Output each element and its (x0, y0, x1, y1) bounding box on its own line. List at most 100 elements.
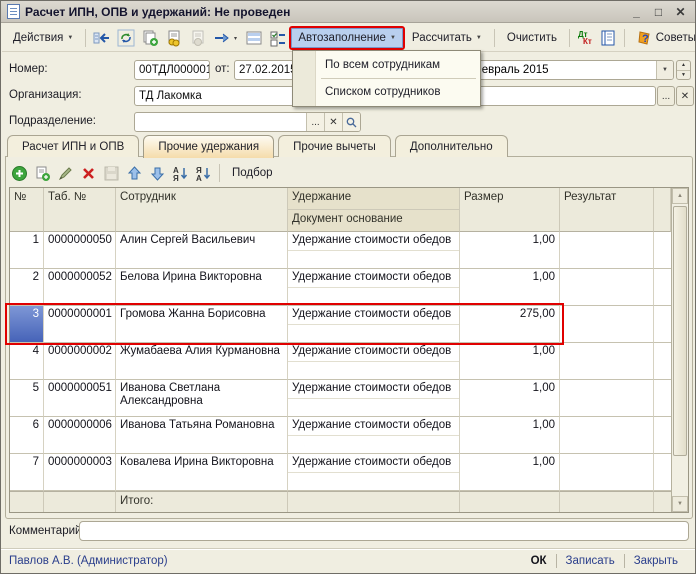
deduction-cell[interactable]: Удержание стоимости обедов (288, 454, 460, 491)
tab-number-cell[interactable]: 0000000052 (44, 269, 116, 306)
department-search-button[interactable] (342, 113, 360, 131)
period-field[interactable]: Февраль 2015 ▼ (468, 60, 674, 80)
actions-button[interactable]: Действия ▼ (6, 28, 80, 48)
save-button[interactable]: Записать (557, 555, 624, 567)
deduction-cell[interactable]: Удержание стоимости обедов (288, 380, 460, 417)
scrollbar-thumb[interactable] (673, 206, 687, 456)
discharge-document-icon[interactable] (187, 27, 209, 49)
row-number-cell[interactable]: 6 (10, 417, 44, 454)
result-cell[interactable] (560, 343, 654, 380)
size-cell[interactable]: 1,00 (460, 454, 560, 491)
move-up-icon[interactable] (124, 163, 144, 183)
size-cell[interactable]: 1,00 (460, 380, 560, 417)
calculate-button[interactable]: Рассчитать ▼ (405, 28, 489, 48)
clear-button[interactable]: Очистить (500, 28, 564, 48)
tab-number-cell[interactable]: 0000000006 (44, 417, 116, 454)
table-row[interactable]: 2 0000000052 Белова Ирина Викторовна Уде… (10, 269, 688, 306)
size-cell[interactable]: 1,00 (460, 232, 560, 269)
menu-item-employee-list[interactable]: Списком сотрудников (293, 80, 480, 104)
header-num[interactable]: № (10, 188, 44, 232)
sort-descending-icon[interactable]: ЯА (193, 163, 213, 183)
department-clear-button[interactable]: ✕ (324, 113, 342, 131)
close-button[interactable]: ✕ (672, 3, 689, 21)
deduction-cell[interactable]: Удержание стоимости обедов (288, 269, 460, 306)
minimize-button[interactable]: _ (628, 3, 645, 21)
spin-down-icon[interactable]: ▼ (677, 71, 690, 80)
go-to-icon[interactable] (211, 27, 241, 49)
maximize-button[interactable]: □ (650, 3, 667, 21)
journal-icon[interactable] (597, 27, 619, 49)
period-spinner[interactable]: ▲▼ (676, 60, 691, 80)
number-input[interactable]: 00ТДЛ000001 (134, 60, 210, 80)
table-row[interactable]: 5 0000000051 Иванова Светлана Александро… (10, 380, 688, 417)
save-and-close-icon[interactable] (91, 27, 113, 49)
row-settings-icon[interactable] (243, 27, 265, 49)
deduction-cell[interactable]: Удержание стоимости обедов (288, 343, 460, 380)
refresh-icon[interactable] (115, 27, 137, 49)
autofill-button[interactable]: Автозаполнение ▼ (291, 28, 403, 48)
header-tab-num[interactable]: Таб. № (44, 188, 116, 232)
header-result[interactable]: Результат (560, 188, 654, 232)
checkbox-list-icon[interactable] (267, 27, 289, 49)
header-deduction[interactable]: Удержание Документ основание (288, 188, 460, 232)
employee-cell[interactable]: Алин Сергей Васильевич (116, 232, 288, 269)
deduction-cell[interactable]: Удержание стоимости обедов (288, 306, 460, 343)
period-dropdown-button[interactable]: ▼ (656, 61, 673, 79)
header-doc-base[interactable]: Документ основание (288, 210, 459, 231)
employee-cell[interactable]: Жумабаева Алия Курмановна (116, 343, 288, 380)
header-size[interactable]: Размер (460, 188, 560, 232)
tab-dopolnitelno[interactable]: Дополнительно (395, 135, 508, 157)
size-cell[interactable]: 275,00 (460, 306, 560, 343)
tab-number-cell[interactable]: 0000000002 (44, 343, 116, 380)
size-cell[interactable]: 1,00 (460, 269, 560, 306)
employee-cell[interactable]: Иванова Светлана Александровна (116, 380, 288, 417)
tab-number-cell[interactable]: 0000000050 (44, 232, 116, 269)
size-cell[interactable]: 1,00 (460, 417, 560, 454)
table-row[interactable]: 1 0000000050 Алин Сергей Васильевич Удер… (10, 232, 688, 269)
result-cell[interactable] (560, 380, 654, 417)
tips-button[interactable]: ? Советы (630, 26, 696, 50)
department-choose-button[interactable]: ... (306, 113, 324, 131)
department-field[interactable]: ... ✕ (134, 112, 361, 132)
comment-input[interactable] (79, 521, 689, 541)
spin-up-icon[interactable]: ▲ (677, 61, 690, 71)
tab-prochie-vychety[interactable]: Прочие вычеты (278, 135, 391, 157)
scroll-down-icon[interactable]: ▼ (672, 496, 688, 512)
table-row[interactable]: 7 0000000003 Ковалева Ирина Викторовна У… (10, 454, 688, 491)
row-number-cell[interactable]: 3 (10, 306, 44, 343)
table-row[interactable]: 6 0000000006 Иванова Татьяна Романовна У… (10, 417, 688, 454)
pick-button[interactable]: Подбор (226, 165, 279, 181)
row-number-cell[interactable]: 7 (10, 454, 44, 491)
vertical-scrollbar[interactable]: ▲ ▼ (671, 188, 688, 512)
tab-number-cell[interactable]: 0000000051 (44, 380, 116, 417)
tab-number-cell[interactable]: 0000000001 (44, 306, 116, 343)
end-edit-icon[interactable] (101, 163, 121, 183)
fill-document-icon[interactable] (163, 27, 185, 49)
row-number-cell[interactable]: 2 (10, 269, 44, 306)
header-employee[interactable]: Сотрудник (116, 188, 288, 232)
dt-kt-icon[interactable]: Дт Кт (575, 29, 595, 47)
add-row-icon[interactable] (9, 163, 29, 183)
tab-raschet-ipn-opv[interactable]: Расчет ИПН и ОПВ (7, 135, 139, 157)
deduction-cell[interactable]: Удержание стоимости обедов (288, 417, 460, 454)
close-form-button[interactable]: Закрыть (625, 555, 687, 567)
organization-clear-button[interactable]: ✕ (676, 86, 694, 106)
sort-ascending-icon[interactable]: АЯ (170, 163, 190, 183)
employee-cell[interactable]: Ковалева Ирина Викторовна (116, 454, 288, 491)
row-number-cell[interactable]: 1 (10, 232, 44, 269)
employee-cell[interactable]: Белова Ирина Викторовна (116, 269, 288, 306)
employee-cell[interactable]: Громова Жанна Борисовна (116, 306, 288, 343)
header-deduction-main[interactable]: Удержание (288, 188, 459, 210)
employee-cell[interactable]: Иванова Татьяна Романовна (116, 417, 288, 454)
menu-item-all-employees[interactable]: По всем сотрудникам (293, 53, 480, 77)
result-cell[interactable] (560, 454, 654, 491)
row-number-cell[interactable]: 4 (10, 343, 44, 380)
copy-row-icon[interactable] (32, 163, 52, 183)
tab-number-cell[interactable]: 0000000003 (44, 454, 116, 491)
copy-document-icon[interactable] (139, 27, 161, 49)
result-cell[interactable] (560, 269, 654, 306)
scroll-up-icon[interactable]: ▲ (672, 188, 688, 204)
ok-button[interactable]: ОК (522, 555, 556, 567)
edit-row-icon[interactable] (55, 163, 75, 183)
row-number-cell[interactable]: 5 (10, 380, 44, 417)
